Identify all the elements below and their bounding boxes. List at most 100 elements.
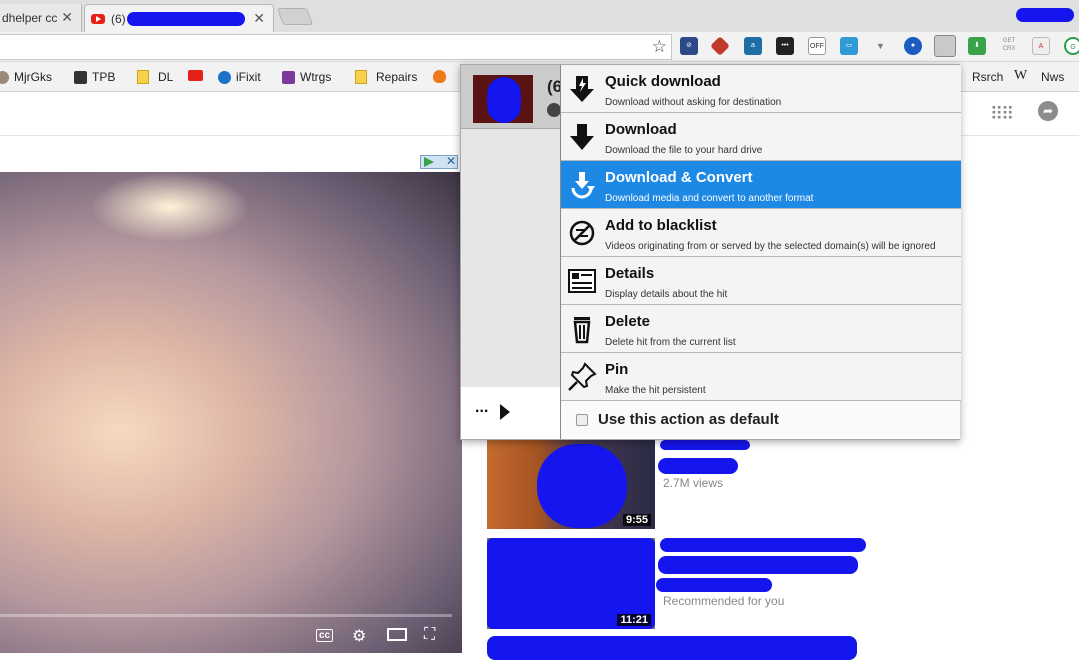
- ext-eye-icon[interactable]: ●: [904, 37, 922, 55]
- video-player[interactable]: cc ⚙ ⛶: [0, 172, 462, 653]
- address-bar[interactable]: ☆: [0, 34, 672, 60]
- video-thumbnail[interactable]: 11:21: [487, 538, 655, 629]
- wikipedia-icon[interactable]: W: [1014, 68, 1027, 84]
- bookmark-ifixit[interactable]: iFixit: [218, 70, 261, 84]
- ext-off-icon[interactable]: OFF: [808, 37, 826, 55]
- bookmark-label: Rsrch: [972, 70, 1004, 84]
- chevron-down-icon[interactable]: ▼: [876, 41, 885, 51]
- share-icon[interactable]: ➦: [1038, 101, 1058, 121]
- bookmark-tpb[interactable]: TPB: [74, 70, 115, 84]
- blacklist-icon: [569, 220, 595, 246]
- bookmark-youtube[interactable]: [188, 70, 208, 81]
- tab-active[interactable]: (6) ✕: [84, 4, 274, 32]
- video-thumbnail[interactable]: 9:55: [487, 438, 655, 529]
- bookmark-fire[interactable]: [433, 70, 451, 83]
- menu-item-download-convert[interactable]: Download & Convert Download media and co…: [561, 161, 961, 209]
- default-action-checkbox[interactable]: [576, 414, 588, 426]
- new-tab-button[interactable]: [276, 8, 314, 25]
- bookmark-label: iFixit: [236, 70, 261, 84]
- grammarly-icon[interactable]: G: [1064, 37, 1079, 55]
- redaction-scribble: [487, 77, 521, 123]
- captions-icon[interactable]: cc: [316, 629, 334, 642]
- ext-dots-icon[interactable]: •••: [776, 37, 794, 55]
- video-views: 2.7M views: [663, 476, 724, 490]
- menu-item-blacklist[interactable]: Add to blacklist Videos originating from…: [561, 209, 961, 257]
- tab-inactive[interactable]: dhelper cc ✕: [0, 4, 82, 32]
- menu-item-details[interactable]: Details Display details about the hit: [561, 257, 961, 305]
- default-action-label: Use this action as default: [598, 411, 779, 428]
- channel-redaction-scribble: [656, 578, 772, 592]
- menu-item-title: Quick download: [605, 73, 721, 90]
- ext-a-icon[interactable]: a: [744, 37, 762, 55]
- folder-icon: [355, 70, 367, 84]
- gears-icon: [0, 70, 9, 84]
- bookmark-dl[interactable]: DL: [137, 70, 173, 84]
- tab-strip: dhelper cc ✕ (6) ✕: [0, 0, 1079, 32]
- bookmark-label: TPB: [92, 70, 116, 84]
- hit-entry[interactable]: (6: [461, 65, 562, 129]
- video-downloadhelper-icon[interactable]: [934, 35, 956, 57]
- more-actions-bar[interactable]: ...: [461, 387, 560, 439]
- apps-grid-icon[interactable]: ⠿⠿: [990, 104, 1014, 125]
- folder-icon: [137, 70, 149, 84]
- menu-item-desc: Display details about the hit: [605, 289, 728, 300]
- trash-icon: [573, 317, 591, 344]
- menu-item-pin[interactable]: Pin Make the hit persistent: [561, 353, 961, 401]
- menu-item-delete[interactable]: Delete Delete hit from the current list: [561, 305, 961, 353]
- menu-item-desc: Download media and convert to another fo…: [605, 193, 814, 204]
- video-frame-highlight: [90, 172, 250, 242]
- get-crx-icon[interactable]: GET CRX: [1000, 37, 1018, 55]
- theater-mode-icon[interactable]: [387, 628, 407, 641]
- ext-shield-icon[interactable]: ⊘: [680, 37, 698, 55]
- download-icon: [570, 124, 594, 150]
- video-progress-bar[interactable]: [0, 614, 452, 617]
- download-convert-icon: [571, 172, 595, 199]
- video-meta: Recommended for you: [663, 594, 785, 608]
- action-menu: Quick download Download without asking f…: [560, 65, 961, 439]
- redaction-scribble: [487, 636, 857, 660]
- redaction-scribble: [127, 12, 245, 26]
- menu-item-title: Add to blacklist: [605, 217, 717, 234]
- ad-badge[interactable]: ✕: [420, 154, 458, 169]
- quick-download-icon: [570, 76, 594, 102]
- bookmark-rsrch[interactable]: Rsrch: [972, 70, 1003, 84]
- menu-item-title: Delete: [605, 313, 651, 330]
- bookmark-nws[interactable]: Nws: [1041, 70, 1064, 84]
- expand-arrow-icon[interactable]: [500, 404, 510, 420]
- fullscreen-icon[interactable]: ⛶: [424, 626, 435, 644]
- bookmark-label: MjrGks: [14, 70, 52, 84]
- menu-item-desc: Download without asking for destination: [605, 97, 782, 108]
- bookmark-star-icon[interactable]: ☆: [652, 37, 667, 57]
- default-action-row[interactable]: Use this action as default: [561, 403, 961, 439]
- menu-item-desc: Videos originating from or served by the…: [605, 241, 936, 252]
- menu-item-desc: Download the file to your hard drive: [605, 145, 763, 156]
- ship-icon: [74, 70, 87, 84]
- youtube-favicon-icon: [91, 13, 105, 24]
- bookmark-label: Repairs: [376, 70, 418, 84]
- bookmark-label: Nws: [1041, 70, 1065, 84]
- ad-close-icon[interactable]: ✕: [446, 154, 456, 168]
- ext-window-icon[interactable]: ▭: [840, 37, 858, 55]
- ext-diamond-icon[interactable]: [710, 36, 730, 56]
- tab-close-icon[interactable]: ✕: [253, 10, 265, 27]
- downloadhelper-popup: (6 ... Quick download Download without a…: [460, 64, 961, 440]
- redaction-scribble: [537, 444, 627, 528]
- ext-pdf-icon[interactable]: A: [1032, 37, 1050, 55]
- browser-toolbar: ☆ ⊘ a ••• OFF ▭ ▼ ● ⬇ GET CRX A G: [0, 32, 1079, 62]
- wtrgs-icon: [282, 70, 295, 84]
- menu-item-download[interactable]: Download Download the file to your hard …: [561, 113, 961, 161]
- ad-play-icon: [424, 157, 434, 167]
- bookmark-repairs[interactable]: Repairs: [355, 70, 417, 84]
- bookmark-mjrgks[interactable]: MjrGks: [0, 70, 52, 84]
- menu-item-quick-download[interactable]: Quick download Download without asking f…: [561, 65, 961, 113]
- fire-icon: [433, 70, 446, 83]
- menu-item-title: Download: [605, 121, 677, 138]
- ext-download-green-icon[interactable]: ⬇: [968, 37, 986, 55]
- tab-close-icon[interactable]: ✕: [61, 9, 73, 26]
- youtube-icon: [188, 70, 203, 81]
- title-redaction-scribble: [660, 538, 866, 552]
- settings-gear-icon[interactable]: ⚙: [352, 626, 366, 646]
- bookmark-wtrgs[interactable]: Wtrgs: [282, 70, 331, 84]
- video-duration: 9:55: [622, 514, 651, 526]
- video-duration: 11:21: [617, 614, 651, 626]
